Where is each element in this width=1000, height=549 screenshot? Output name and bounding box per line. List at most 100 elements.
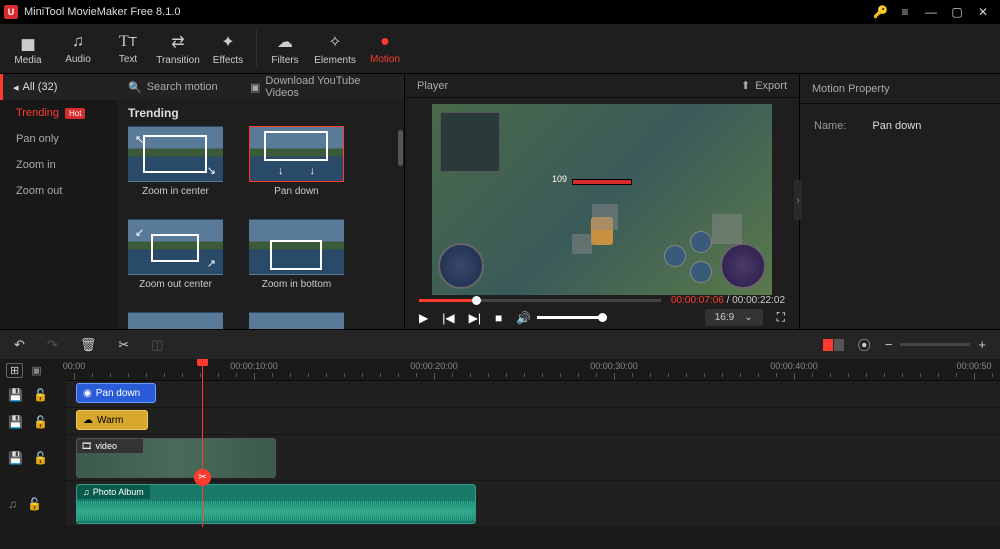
category-all[interactable]: ◂ All (32) [0,74,118,100]
music-icon: ♫ [72,33,84,51]
video-preview[interactable]: 109 [432,104,772,295]
music-icon: ♫ [83,487,90,497]
audio-track[interactable]: ♫Photo Album [66,481,1000,527]
save-icon: 💾 [8,415,23,429]
tool-elements[interactable]: ✧Elements [311,24,359,73]
volume-icon[interactable]: 🔊 [516,311,531,325]
category-trending[interactable]: TrendingHot [0,100,118,126]
duration: 00:00:22:02 [732,295,785,306]
main-toolbar: ▅Media ♫Audio TTText ⇄Transition ✦Effect… [0,24,1000,74]
text-icon: TT [119,33,137,51]
tool-transition[interactable]: ⇄Transition [154,24,202,73]
zoom-slider[interactable] [900,343,970,346]
motion-thumb[interactable]: ↙↗Zoom out center [128,219,223,290]
filter-track[interactable]: ☁Warm [66,408,1000,435]
category-zoom-out[interactable]: Zoom out [0,178,118,204]
download-youtube-button[interactable]: ▣Download YouTube Videos [250,75,394,99]
app-logo: U [4,5,18,19]
motion-track[interactable]: ◉Pan down [66,381,1000,408]
category-pan-only[interactable]: Pan only [0,126,118,152]
filter-clip[interactable]: ☁Warm [76,410,148,430]
video-track-header[interactable]: 💾🔓 [0,435,66,481]
filter-track-header[interactable]: 💾🔓 [0,408,66,435]
tool-filters[interactable]: ☁Filters [261,24,309,73]
film-icon: 🎞 [81,441,92,452]
redo-button[interactable]: ↷ [47,337,58,353]
search-input[interactable]: 🔍Search motion [128,81,238,94]
save-icon: 💾 [8,451,23,465]
audio-track-header[interactable]: ♫🔓 [0,481,66,527]
motion-thumb[interactable]: ↖↘Zoom in center [128,126,223,197]
lock-icon[interactable]: 🔓 [33,415,48,429]
audio-clip[interactable]: ♫Photo Album [76,484,476,524]
cloud-icon: ☁ [277,32,293,52]
close-button[interactable]: ✕ [970,0,996,24]
asset-browser: ◂ All (32) TrendingHot Pan only Zoom in … [0,74,405,329]
motion-thumb[interactable]: Zoom in bottom [249,219,344,290]
marker-button[interactable]: ⦿ [858,335,871,354]
tool-effects[interactable]: ✦Effects [204,24,252,73]
menu-icon[interactable]: ≡ [892,0,918,24]
tool-text[interactable]: TTText [104,24,152,73]
split-button[interactable]: ✂ [118,337,129,353]
scrollbar[interactable] [398,130,403,166]
video-clip[interactable]: 🎞video [76,438,276,478]
save-icon: 💾 [8,388,23,402]
tool-audio[interactable]: ♫Audio [54,24,102,73]
app-title: MiniTool MovieMaker Free 8.1.0 [24,6,873,18]
undo-button[interactable]: ↶ [14,337,25,353]
add-track-button[interactable]: ⊞ [6,363,23,378]
motion-icon: ◉ [83,388,92,399]
split-at-playhead-button[interactable]: ✂ [194,469,211,486]
prop-name-label: Name: [814,120,846,132]
next-frame-button[interactable]: ▶| [469,311,481,325]
zoom-in-button[interactable]: + [978,337,986,352]
youtube-icon: ▣ [250,81,260,94]
seek-bar[interactable] [419,299,661,302]
export-icon: ⬆ [741,79,750,92]
export-button[interactable]: ⬆Export [741,79,787,92]
duplicate-track-button[interactable]: ▣ [31,364,41,377]
swap-icon: ⇄ [171,32,184,52]
prop-name-value: Pan down [872,120,921,132]
play-button[interactable]: ▶ [419,311,428,325]
playhead[interactable]: ✂ [202,359,203,527]
maximize-button[interactable]: ▢ [944,0,970,24]
volume-slider[interactable] [537,316,607,319]
category-zoom-in[interactable]: Zoom in [0,152,118,178]
motion-thumb[interactable] [249,312,344,329]
prev-frame-button[interactable]: |◀ [442,311,454,325]
collapse-properties-button[interactable]: › [794,180,802,220]
lock-icon[interactable]: 🔓 [33,388,48,402]
cloud-icon: ☁ [83,415,93,426]
star-icon: ✧ [328,32,341,52]
aspect-ratio-select[interactable]: 16:9⌄ [705,309,763,326]
motion-track-header[interactable]: 💾🔓 [0,381,66,408]
folder-icon: ▅ [22,32,34,52]
crop-button[interactable]: ◫ [151,337,163,353]
search-icon: 🔍 [128,81,142,94]
key-icon[interactable]: 🔑 [873,5,888,19]
motion-thumb[interactable]: ↓↓Pan down [249,126,344,197]
properties-panel: Motion Property Name: Pan down [800,74,1000,329]
player-title: Player [417,80,448,92]
fullscreen-button[interactable]: ⛶ [777,310,785,325]
tool-media[interactable]: ▅Media [4,24,52,73]
snap-toggle[interactable] [823,339,844,351]
motion-thumb[interactable] [128,312,223,329]
tool-motion[interactable]: ●Motion [361,24,409,73]
properties-title: Motion Property [812,83,890,95]
delete-button[interactable]: 🗑 [80,337,97,353]
stop-button[interactable]: ■ [495,311,502,325]
motion-icon: ● [380,33,390,51]
minimize-button[interactable]: — [918,0,944,24]
player-panel: Player ⬆Export 109 00:00:07:06 / 00:00:2 [405,74,800,329]
game-minimap [440,112,500,172]
lock-icon[interactable]: 🔓 [33,451,48,465]
hot-badge: Hot [65,108,85,119]
motion-clip[interactable]: ◉Pan down [76,383,156,403]
music-icon: ♫ [8,497,17,511]
lock-icon[interactable]: 🔓 [27,497,42,511]
timeline: ↶ ↷ 🗑 ✂ ◫ ⦿ − + ⊞▣ 💾🔓 💾🔓 💾🔓 ♫🔓 00:0000:0… [0,329,1000,527]
zoom-out-button[interactable]: − [885,337,893,352]
